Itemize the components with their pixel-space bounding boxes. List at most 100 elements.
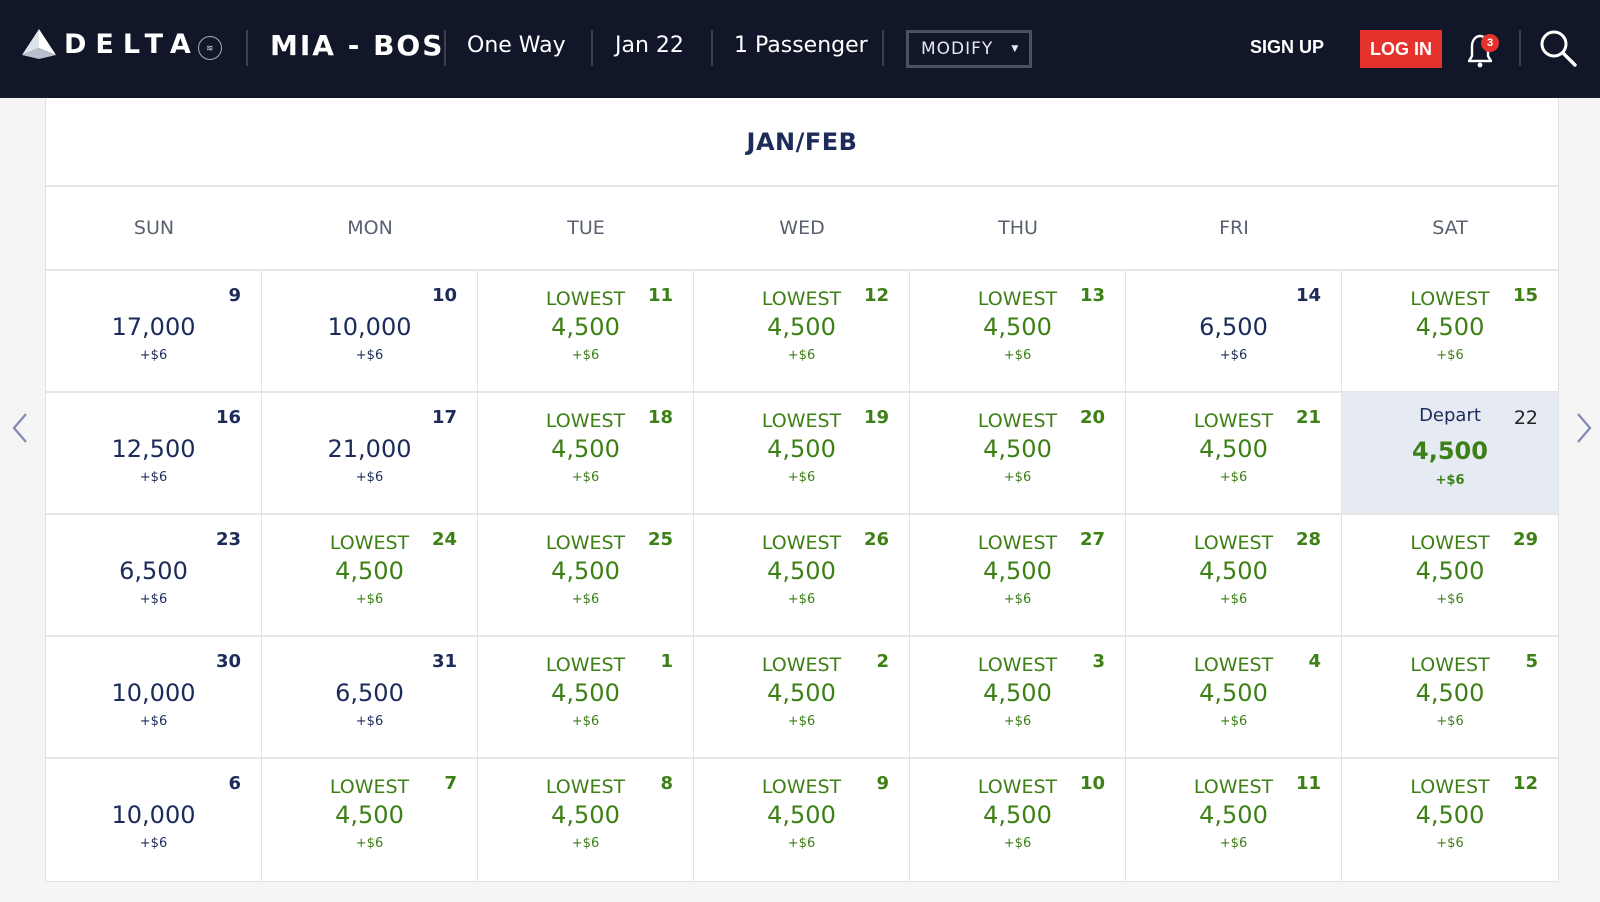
calendar-day[interactable]: 3 LOWEST 4,500 +$6	[910, 637, 1126, 759]
calendar-day[interactable]: 28 LOWEST 4,500 +$6	[1126, 515, 1342, 637]
month-title: JAN/FEB	[46, 98, 1558, 187]
calendar-day[interactable]: 12 LOWEST 4,500 +$6	[1342, 759, 1558, 881]
tax-fee: +$6	[1436, 714, 1464, 729]
tax-fee: +$6	[1219, 592, 1248, 607]
route[interactable]: MIA - BOS	[270, 29, 444, 62]
miles-price: 4,500	[551, 801, 620, 829]
miles-price: 4,500	[1415, 679, 1485, 707]
calendar-day-selected[interactable]: 22 Depart 4,500 +$6	[1342, 393, 1558, 515]
tax-fee: +$6	[787, 836, 816, 851]
miles-price: 4,500	[983, 435, 1052, 463]
calendar-day[interactable]: 29 LOWEST 4,500 +$6	[1342, 515, 1558, 637]
calendar-day[interactable]: 19 LOWEST 4,500 +$6	[694, 393, 910, 515]
modify-label: MODIFY	[921, 39, 994, 59]
miles-price: 4,500	[767, 557, 836, 585]
calendar-day[interactable]: 17 21,000 +$6	[262, 393, 478, 515]
calendar-day[interactable]: 30 10,000 +$6	[46, 637, 262, 759]
tax-fee: +$6	[139, 470, 168, 485]
weekday-label: THU	[998, 217, 1038, 239]
calendar-day[interactable]: 11 LOWEST 4,500 +$6	[1126, 759, 1342, 881]
calendar-day[interactable]: 9 17,000 +$6	[46, 271, 262, 393]
calendar-day[interactable]: 2 LOWEST 4,500 +$6	[694, 637, 910, 759]
calendar-day[interactable]: 27 LOWEST 4,500 +$6	[910, 515, 1126, 637]
tax-fee: +$6	[787, 714, 816, 729]
calendar-day[interactable]: 8 LOWEST 4,500 +$6	[478, 759, 694, 881]
calendar-day[interactable]: 10 LOWEST 4,500 +$6	[910, 759, 1126, 881]
calendar-day[interactable]: 7 LOWEST 4,500 +$6	[262, 759, 478, 881]
miles-price: 4,500	[1415, 313, 1485, 341]
travel-date[interactable]: Jan 22	[615, 33, 684, 58]
divider	[591, 30, 593, 66]
lowest-label: LOWEST	[761, 532, 842, 554]
miles-price: 12,500	[111, 435, 196, 463]
notification-badge: 3	[1481, 34, 1499, 52]
lowest-label: LOWEST	[545, 288, 626, 310]
miles-price: 4,500	[983, 679, 1052, 707]
calendar-day[interactable]: 31 6,500 +$6	[262, 637, 478, 759]
weekday-label: FRI	[1219, 217, 1249, 239]
lowest-label: LOWEST	[1410, 654, 1490, 676]
lowest-label: LOWEST	[761, 776, 842, 798]
calendar-day[interactable]: 24 LOWEST 4,500 +$6	[262, 515, 478, 637]
fare-calendar: JAN/FEB SUN MON TUE WED THU FRI SAT 9 17,…	[45, 98, 1559, 882]
divider	[444, 30, 446, 66]
depart-label: Depart	[1419, 405, 1481, 426]
day-number: 9	[228, 285, 241, 306]
trip-type[interactable]: One Way	[467, 33, 566, 58]
miles-price: 4,500	[335, 801, 404, 829]
miles-price: 4,500	[1199, 679, 1268, 707]
miles-price: 10,000	[111, 801, 196, 829]
calendar-day[interactable]: 26 LOWEST 4,500 +$6	[694, 515, 910, 637]
calendar-day[interactable]: 16 12,500 +$6	[46, 393, 262, 515]
calendar-day[interactable]: 4 LOWEST 4,500 +$6	[1126, 637, 1342, 759]
top-nav-bar: DELTA ≋ MIA - BOS One Way Jan 22 1 Passe…	[0, 0, 1600, 98]
weekday-header: SUN MON TUE WED THU FRI SAT	[46, 187, 1558, 271]
divider	[882, 30, 884, 66]
calendar-day[interactable]: 18 LOWEST 4,500 +$6	[478, 393, 694, 515]
calendar-day[interactable]: 14 6,500 +$6	[1126, 271, 1342, 393]
calendar-day[interactable]: 6 10,000 +$6	[46, 759, 262, 881]
tax-fee: +$6	[1003, 714, 1032, 729]
lowest-label: LOWEST	[1193, 776, 1274, 798]
day-number: 31	[431, 651, 457, 672]
chevron-left-icon[interactable]	[8, 408, 32, 448]
tax-fee: +$6	[1003, 592, 1032, 607]
day-number: 23	[215, 529, 241, 550]
modify-button[interactable]: MODIFY ▼	[906, 30, 1032, 68]
calendar-day[interactable]: 12 LOWEST 4,500 +$6	[694, 271, 910, 393]
tax-fee: +$6	[139, 836, 168, 851]
calendar-day[interactable]: 1 LOWEST 4,500 +$6	[478, 637, 694, 759]
calendar-day[interactable]: 21 LOWEST 4,500 +$6	[1126, 393, 1342, 515]
miles-price: 4,500	[767, 435, 836, 463]
calendar-day[interactable]: 9 LOWEST 4,500 +$6	[694, 759, 910, 881]
lowest-label: LOWEST	[1193, 532, 1274, 554]
delta-logo[interactable]: DELTA ≋	[22, 28, 222, 60]
calendar-day[interactable]: 25 LOWEST 4,500 +$6	[478, 515, 694, 637]
calendar-day[interactable]: 20 LOWEST 4,500 +$6	[910, 393, 1126, 515]
lowest-label: LOWEST	[977, 288, 1058, 310]
tax-fee: +$6	[139, 714, 168, 729]
caret-down-icon: ▼	[1011, 44, 1020, 54]
delta-widget-icon	[22, 29, 56, 59]
sign-up-link[interactable]: SIGN UP	[1250, 37, 1324, 58]
tax-fee: +$6	[1436, 836, 1464, 851]
tax-fee: +$6	[1436, 592, 1464, 607]
passenger-count[interactable]: 1 Passenger	[734, 33, 868, 58]
log-in-button[interactable]: LOG IN	[1360, 30, 1442, 68]
tax-fee: +$6	[787, 470, 816, 485]
calendar-day[interactable]: 11 LOWEST 4,500 +$6	[478, 271, 694, 393]
calendar-grid: 9 17,000 +$6 10 10,000 +$6 11 LOWEST 4,500 +$6 12 L…	[46, 271, 1558, 881]
calendar-day[interactable]: 15 LOWEST 4,500 +$6	[1342, 271, 1558, 393]
day-number: 30	[215, 651, 241, 672]
calendar-day[interactable]: 13 LOWEST 4,500 +$6	[910, 271, 1126, 393]
calendar-day[interactable]: 23 6,500 +$6	[46, 515, 262, 637]
calendar-day[interactable]: 5 LOWEST 4,500 +$6	[1342, 637, 1558, 759]
lowest-label: LOWEST	[1410, 776, 1490, 798]
miles-price: 6,500	[1199, 313, 1268, 341]
calendar-day[interactable]: 10 10,000 +$6	[262, 271, 478, 393]
weekday-label: SUN	[133, 217, 175, 239]
tax-fee: +$6	[355, 470, 384, 485]
day-number: 17	[431, 407, 457, 428]
chevron-right-icon[interactable]	[1572, 408, 1596, 448]
search-icon[interactable]	[1538, 28, 1578, 68]
